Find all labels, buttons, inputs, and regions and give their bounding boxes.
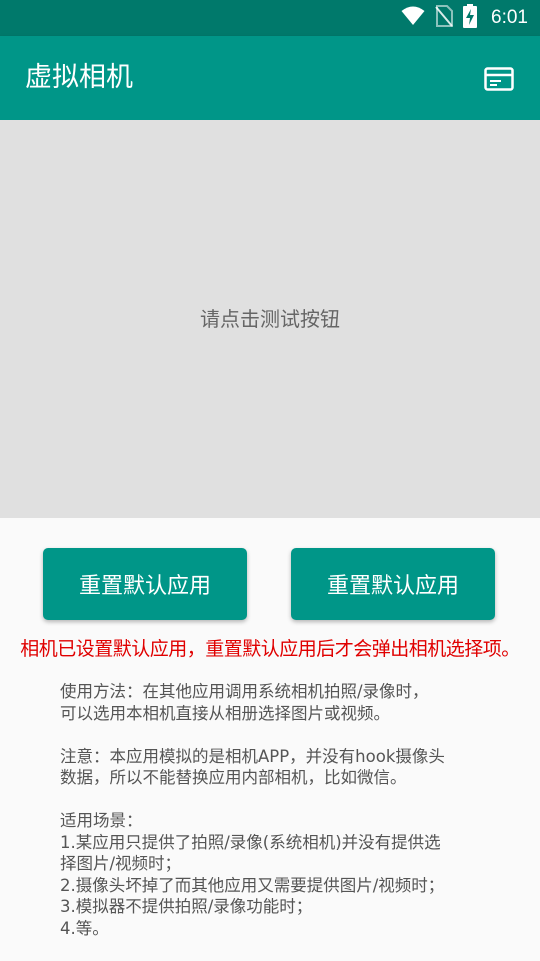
status-bar: 6:01 bbox=[0, 0, 540, 36]
wifi-icon bbox=[401, 6, 425, 30]
reset-default-app-button-right[interactable]: 重置默认应用 bbox=[291, 548, 495, 620]
scenarios-section: 适用场景： 1.某应用只提供了拍照/录像(系统相机)并没有提供选 择图片/视频时… bbox=[60, 810, 500, 939]
note-line: 注意：本应用模拟的是相机APP，并没有hook摄像头 bbox=[60, 746, 445, 766]
usage-line: 使用方法：在其他应用调用系统相机拍照/录像时， bbox=[60, 682, 429, 701]
instructions: 使用方法：在其他应用调用系统相机拍照/录像时， 可以选用本相机直接从相册选择图片… bbox=[60, 681, 500, 961]
scenario-line: 1.某应用只提供了拍照/录像(系统相机)并没有提供选 bbox=[60, 832, 441, 852]
camera-preview-area: 请点击测试按钮 bbox=[0, 120, 540, 518]
reset-default-app-button-left[interactable]: 重置默认应用 bbox=[43, 548, 247, 620]
scenario-line: 择图片/视频时； bbox=[60, 854, 182, 873]
usage-section: 使用方法：在其他应用调用系统相机拍照/录像时， 可以选用本相机直接从相册选择图片… bbox=[60, 681, 500, 724]
note-section: 注意：本应用模拟的是相机APP，并没有hook摄像头 数据，所以不能替换应用内部… bbox=[60, 746, 500, 789]
status-time: 6:01 bbox=[491, 7, 528, 28]
scenario-line: 2.摄像头坏掉了而其他应用又需要提供图片/视频时； bbox=[60, 875, 445, 895]
no-sim-icon bbox=[435, 5, 454, 31]
app-bar: 虚拟相机 bbox=[0, 36, 540, 120]
battery-charging-icon bbox=[463, 4, 478, 32]
note-line: 数据，所以不能替换应用内部相机，比如微信。 bbox=[60, 768, 407, 787]
usage-line: 可以选用本相机直接从相册选择图片或视频。 bbox=[60, 703, 390, 723]
scenarios-heading: 适用场景： bbox=[60, 811, 143, 830]
app-title: 虚拟相机 bbox=[25, 62, 133, 93]
status-icons: 6:01 bbox=[401, 0, 528, 36]
warning-message: 相机已设置默认应用，重置默认应用后才会弹出相机选择项。 bbox=[20, 638, 520, 660]
scenario-line: 4.等。 bbox=[60, 918, 109, 938]
card-icon[interactable] bbox=[484, 67, 514, 91]
preview-message: 请点击测试按钮 bbox=[200, 306, 340, 331]
scenario-line: 3.模拟器不提供拍照/录像功能时； bbox=[60, 897, 313, 916]
